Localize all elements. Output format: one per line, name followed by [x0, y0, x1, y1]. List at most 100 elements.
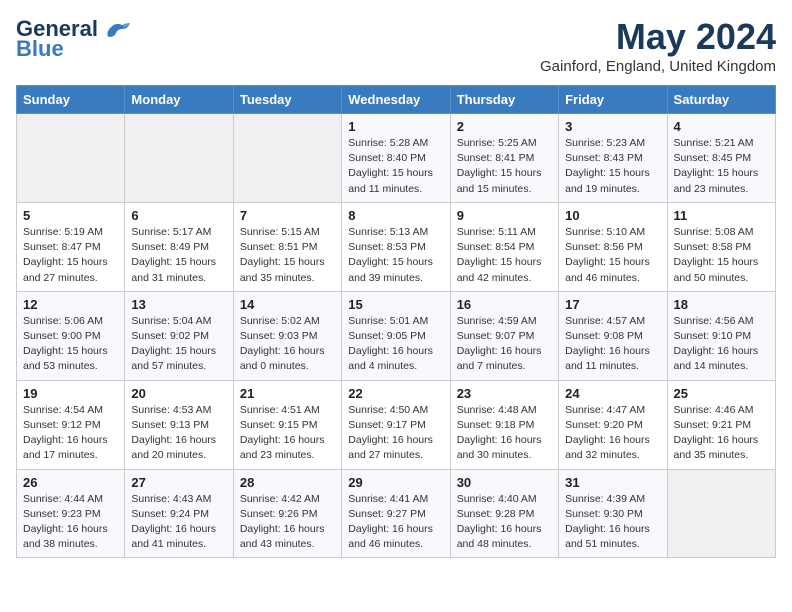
calendar-cell	[667, 469, 775, 558]
header-thursday: Thursday	[450, 86, 558, 114]
day-number: 17	[565, 297, 660, 312]
header-sunday: Sunday	[17, 86, 125, 114]
day-info: Sunrise: 5:23 AM Sunset: 8:43 PM Dayligh…	[565, 136, 660, 197]
header-saturday: Saturday	[667, 86, 775, 114]
day-info: Sunrise: 5:19 AM Sunset: 8:47 PM Dayligh…	[23, 225, 118, 286]
calendar-cell: 14Sunrise: 5:02 AM Sunset: 9:03 PM Dayli…	[233, 291, 341, 380]
calendar-cell: 3 Sunrise: 5:23 AM Sunset: 8:43 PM Daylig…	[559, 114, 667, 203]
calendar-cell: 16Sunrise: 4:59 AM Sunset: 9:07 PM Dayli…	[450, 291, 558, 380]
calendar-cell	[233, 114, 341, 203]
day-number: 16	[457, 297, 552, 312]
calendar-cell: 29 Sunrise: 4:41 AM Sunset: 9:27 PM Dayli…	[342, 469, 450, 558]
day-info: Sunrise: 5:11 AM Sunset: 8:54 PM Dayligh…	[457, 225, 552, 286]
day-info: Sunrise: 4:41 AM Sunset: 9:27 PM Dayligh…	[348, 492, 443, 553]
day-number: 8	[348, 208, 443, 223]
day-number: 21	[240, 386, 335, 401]
day-info: Sunrise: 4:48 AM Sunset: 9:18 PM Dayligh…	[457, 403, 552, 464]
calendar-week-row: 5 Sunrise: 5:19 AM Sunset: 8:47 PM Daylig…	[17, 202, 776, 291]
day-number: 25	[674, 386, 769, 401]
page-header: General Blue May 2024 Gainford, England,…	[16, 16, 776, 75]
calendar-cell: 30 Sunrise: 4:40 AM Sunset: 9:28 PM Dayli…	[450, 469, 558, 558]
calendar-cell: 8 Sunrise: 5:13 AM Sunset: 8:53 PM Daylig…	[342, 202, 450, 291]
calendar-table: SundayMondayTuesdayWednesdayThursdayFrid…	[16, 85, 776, 558]
day-number: 11	[674, 208, 769, 223]
header-friday: Friday	[559, 86, 667, 114]
day-number: 14	[240, 297, 335, 312]
day-number: 15	[348, 297, 443, 312]
day-number: 2	[457, 119, 552, 134]
day-info: Sunrise: 4:47 AM Sunset: 9:20 PM Dayligh…	[565, 403, 660, 464]
calendar-cell: 24 Sunrise: 4:47 AM Sunset: 9:20 PM Dayli…	[559, 380, 667, 469]
calendar-week-row: 12 Sunrise: 5:06 AM Sunset: 9:00 PM Dayli…	[17, 291, 776, 380]
calendar-cell: 13 Sunrise: 5:04 AM Sunset: 9:02 PM Dayli…	[125, 291, 233, 380]
day-number: 5	[23, 208, 118, 223]
location-text: Gainford, England, United Kingdom	[540, 58, 776, 75]
day-number: 24	[565, 386, 660, 401]
day-number: 19	[23, 386, 118, 401]
day-number: 22	[348, 386, 443, 401]
day-number: 1	[348, 119, 443, 134]
day-info: Sunrise: 5:10 AM Sunset: 8:56 PM Dayligh…	[565, 225, 660, 286]
calendar-week-row: 1 Sunrise: 5:28 AM Sunset: 8:40 PM Daylig…	[17, 114, 776, 203]
day-info: Sunrise: 5:04 AM Sunset: 9:02 PM Dayligh…	[131, 314, 226, 375]
day-info: Sunrise: 4:40 AM Sunset: 9:28 PM Dayligh…	[457, 492, 552, 553]
day-info: Sunrise: 4:39 AM Sunset: 9:30 PM Dayligh…	[565, 492, 660, 553]
calendar-cell: 18Sunrise: 4:56 AM Sunset: 9:10 PM Dayli…	[667, 291, 775, 380]
day-info: Sunrise: 5:06 AM Sunset: 9:00 PM Dayligh…	[23, 314, 118, 375]
month-year-title: May 2024	[540, 16, 776, 58]
calendar-cell: 22 Sunrise: 4:50 AM Sunset: 9:17 PM Dayli…	[342, 380, 450, 469]
calendar-cell: 17 Sunrise: 4:57 AM Sunset: 9:08 PM Dayli…	[559, 291, 667, 380]
day-info: Sunrise: 4:57 AM Sunset: 9:08 PM Dayligh…	[565, 314, 660, 375]
header-wednesday: Wednesday	[342, 86, 450, 114]
day-number: 7	[240, 208, 335, 223]
calendar-header-row: SundayMondayTuesdayWednesdayThursdayFrid…	[17, 86, 776, 114]
day-info: Sunrise: 5:28 AM Sunset: 8:40 PM Dayligh…	[348, 136, 443, 197]
calendar-cell: 10 Sunrise: 5:10 AM Sunset: 8:56 PM Dayli…	[559, 202, 667, 291]
day-number: 29	[348, 475, 443, 490]
calendar-cell: 7Sunrise: 5:15 AM Sunset: 8:51 PM Daylig…	[233, 202, 341, 291]
day-info: Sunrise: 4:43 AM Sunset: 9:24 PM Dayligh…	[131, 492, 226, 553]
calendar-cell: 1 Sunrise: 5:28 AM Sunset: 8:40 PM Daylig…	[342, 114, 450, 203]
day-number: 9	[457, 208, 552, 223]
day-number: 10	[565, 208, 660, 223]
day-info: Sunrise: 5:08 AM Sunset: 8:58 PM Dayligh…	[674, 225, 769, 286]
calendar-cell: 26Sunrise: 4:44 AM Sunset: 9:23 PM Dayli…	[17, 469, 125, 558]
day-number: 31	[565, 475, 660, 490]
title-area: May 2024 Gainford, England, United Kingd…	[540, 16, 776, 75]
day-number: 30	[457, 475, 552, 490]
day-number: 23	[457, 386, 552, 401]
calendar-week-row: 19 Sunrise: 4:54 AM Sunset: 9:12 PM Dayli…	[17, 380, 776, 469]
day-number: 6	[131, 208, 226, 223]
day-number: 18	[674, 297, 769, 312]
calendar-cell: 25 Sunrise: 4:46 AM Sunset: 9:21 PM Dayli…	[667, 380, 775, 469]
day-number: 20	[131, 386, 226, 401]
day-number: 12	[23, 297, 118, 312]
calendar-cell: 2Sunrise: 5:25 AM Sunset: 8:41 PM Daylig…	[450, 114, 558, 203]
calendar-cell: 15 Sunrise: 5:01 AM Sunset: 9:05 PM Dayli…	[342, 291, 450, 380]
calendar-cell: 31 Sunrise: 4:39 AM Sunset: 9:30 PM Dayli…	[559, 469, 667, 558]
day-number: 28	[240, 475, 335, 490]
header-monday: Monday	[125, 86, 233, 114]
day-info: Sunrise: 4:42 AM Sunset: 9:26 PM Dayligh…	[240, 492, 335, 553]
day-info: Sunrise: 4:54 AM Sunset: 9:12 PM Dayligh…	[23, 403, 118, 464]
calendar-cell: 23 Sunrise: 4:48 AM Sunset: 9:18 PM Dayli…	[450, 380, 558, 469]
day-info: Sunrise: 5:13 AM Sunset: 8:53 PM Dayligh…	[348, 225, 443, 286]
day-info: Sunrise: 4:53 AM Sunset: 9:13 PM Dayligh…	[131, 403, 226, 464]
calendar-cell: 27Sunrise: 4:43 AM Sunset: 9:24 PM Dayli…	[125, 469, 233, 558]
day-info: Sunrise: 5:17 AM Sunset: 8:49 PM Dayligh…	[131, 225, 226, 286]
calendar-cell: 28 Sunrise: 4:42 AM Sunset: 9:26 PM Dayli…	[233, 469, 341, 558]
day-number: 3	[565, 119, 660, 134]
day-info: Sunrise: 5:21 AM Sunset: 8:45 PM Dayligh…	[674, 136, 769, 197]
day-number: 4	[674, 119, 769, 134]
calendar-cell: 9 Sunrise: 5:11 AM Sunset: 8:54 PM Daylig…	[450, 202, 558, 291]
calendar-cell: 11 Sunrise: 5:08 AM Sunset: 8:58 PM Dayli…	[667, 202, 775, 291]
day-info: Sunrise: 4:50 AM Sunset: 9:17 PM Dayligh…	[348, 403, 443, 464]
calendar-cell	[17, 114, 125, 203]
calendar-cell: 19 Sunrise: 4:54 AM Sunset: 9:12 PM Dayli…	[17, 380, 125, 469]
day-number: 13	[131, 297, 226, 312]
calendar-week-row: 26Sunrise: 4:44 AM Sunset: 9:23 PM Dayli…	[17, 469, 776, 558]
logo: General Blue	[16, 16, 132, 60]
calendar-cell: 21Sunrise: 4:51 AM Sunset: 9:15 PM Dayli…	[233, 380, 341, 469]
day-info: Sunrise: 5:01 AM Sunset: 9:05 PM Dayligh…	[348, 314, 443, 375]
day-info: Sunrise: 4:46 AM Sunset: 9:21 PM Dayligh…	[674, 403, 769, 464]
